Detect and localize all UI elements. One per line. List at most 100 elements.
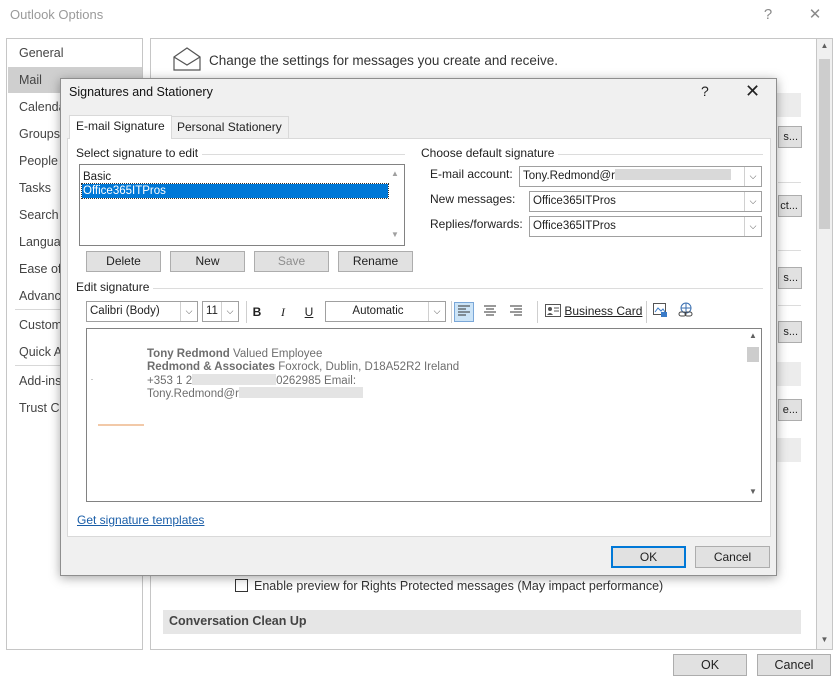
scroll-down-arrow-icon[interactable]: ▼: [817, 635, 832, 644]
sidebar-item-general[interactable]: General: [8, 40, 142, 66]
align-right-button[interactable]: [506, 302, 526, 322]
insert-picture-button[interactable]: [650, 302, 670, 322]
help-button[interactable]: ?: [758, 6, 778, 23]
options-cancel-button[interactable]: Cancel: [757, 654, 831, 676]
dialog-ok-button[interactable]: OK: [611, 546, 686, 568]
new-button[interactable]: New: [170, 251, 245, 272]
list-item[interactable]: Office365ITPros: [81, 183, 389, 199]
editor-scrollbar[interactable]: ▲ ▼: [745, 329, 761, 501]
conversation-section-title: Conversation Clean Up: [169, 614, 307, 628]
scroll-thumb[interactable]: [819, 59, 830, 229]
align-center-icon: [484, 305, 496, 316]
rights-protected-checkbox[interactable]: [235, 579, 248, 592]
redaction-block: [192, 374, 277, 385]
list-item[interactable]: Basic: [82, 170, 388, 184]
scroll-up-arrow-icon[interactable]: ▲: [817, 41, 832, 50]
new-messages-label: New messages:: [430, 192, 516, 206]
font-color-value: Automatic: [352, 305, 404, 317]
signature-title: Valued Employee: [233, 348, 323, 360]
business-card-button[interactable]: Business Card: [545, 304, 642, 318]
font-size-select[interactable]: 11 ⌵: [202, 301, 239, 322]
picture-icon: [653, 303, 667, 317]
redaction-block: [239, 387, 363, 398]
options-ok-button[interactable]: OK: [673, 654, 747, 676]
bold-button[interactable]: B: [247, 302, 267, 322]
dialog-title: Signatures and Stationery: [69, 85, 213, 99]
editor-options-button[interactable]: s...: [778, 126, 802, 148]
align-center-button[interactable]: [480, 302, 500, 322]
stationery-button[interactable]: s...: [778, 321, 802, 343]
edit-signature-label: Edit signature: [76, 280, 154, 294]
hyperlink-icon: [678, 302, 693, 317]
underline-button[interactable]: U: [299, 302, 319, 322]
toolbar-separator: [451, 301, 452, 323]
delete-button[interactable]: Delete: [86, 251, 161, 272]
rename-button[interactable]: Rename: [338, 251, 413, 272]
signature-list[interactable]: Basic Office365ITPros ▲ ▼: [79, 164, 405, 246]
scroll-up-arrow-icon[interactable]: ▲: [391, 169, 399, 178]
new-messages-select[interactable]: Office365ITPros ⌵: [529, 191, 762, 212]
font-size-value: 11: [206, 305, 218, 317]
separator: [778, 182, 801, 183]
signature-logo-line: [98, 424, 144, 426]
tab-personal-stationery[interactable]: Personal Stationery: [170, 116, 289, 138]
mail-header-text: Change the settings for messages you cre…: [209, 53, 558, 68]
scroll-down-arrow-icon[interactable]: ▼: [749, 487, 757, 496]
scroll-thumb[interactable]: [747, 347, 759, 362]
dialog-cancel-button[interactable]: Cancel: [695, 546, 770, 568]
spelling-button[interactable]: ct...: [778, 195, 802, 217]
email-account-select[interactable]: Tony.Redmond@r ⌵: [519, 166, 762, 187]
signature-list-scrollbar[interactable]: ▲ ▼: [388, 166, 403, 244]
signature-phone-line: +353 1 2 0262985 Email:: [147, 374, 356, 387]
select-signature-label: Select signature to edit: [76, 146, 203, 160]
rights-protected-checkbox-row[interactable]: Enable preview for Rights Protected mess…: [235, 579, 663, 593]
chevron-down-icon[interactable]: ⌵: [744, 192, 761, 211]
font-color-select[interactable]: Automatic ⌵: [325, 301, 446, 322]
signature-phone-suffix: 0262985 Email:: [276, 375, 357, 387]
signature-email: Tony.Redmond@r: [147, 388, 239, 400]
font-select[interactable]: Calibri (Body) ⌵: [86, 301, 198, 322]
new-messages-value: Office365ITPros: [533, 195, 616, 207]
replies-forwards-value: Office365ITPros: [533, 220, 616, 232]
group-divider: [79, 288, 763, 289]
default-signature-label: Choose default signature: [421, 146, 559, 160]
dialog-close-button[interactable]: ✕: [745, 81, 760, 102]
chevron-down-icon[interactable]: ⌵: [180, 302, 197, 321]
business-card-icon: [545, 304, 561, 317]
rights-protected-label: Enable preview for Rights Protected mess…: [254, 579, 664, 593]
signatures-dialog: Signatures and Stationery ? ✕ E-mail Sig…: [60, 78, 777, 576]
toolbar-separator: [537, 301, 538, 323]
signature-phone-prefix: +353 1 2: [147, 375, 193, 387]
options-scrollbar[interactable]: ▲ ▼: [816, 38, 833, 650]
email-account-value: Tony.Redmond@r: [523, 170, 615, 182]
signatures-button[interactable]: s...: [778, 267, 802, 289]
align-left-icon: [458, 305, 470, 316]
italic-button[interactable]: I: [273, 302, 293, 322]
toolbar-separator: [646, 301, 647, 323]
close-button[interactable]: ✕: [805, 5, 825, 23]
chevron-down-icon[interactable]: ⌵: [221, 302, 238, 321]
chevron-down-icon[interactable]: ⌵: [428, 302, 445, 321]
signature-address: Foxrock, Dublin, D18A52R2 Ireland: [278, 361, 460, 373]
envelope-icon: [172, 46, 202, 75]
signature-company-line: Redmond & Associates Foxrock, Dublin, D1…: [147, 361, 459, 373]
chevron-down-icon[interactable]: ⌵: [744, 217, 761, 236]
align-right-icon: [510, 305, 522, 316]
business-card-label: Business Card: [564, 304, 643, 318]
tab-email-signature[interactable]: E-mail Signature: [69, 115, 172, 139]
dialog-help-button[interactable]: ?: [701, 83, 709, 99]
replies-forwards-select[interactable]: Office365ITPros ⌵: [529, 216, 762, 237]
scroll-up-arrow-icon[interactable]: ▲: [749, 331, 757, 340]
signature-company: Redmond & Associates: [147, 361, 276, 373]
reading-pane-button[interactable]: e...: [778, 399, 802, 421]
email-account-label: E-mail account:: [430, 167, 513, 181]
scroll-down-arrow-icon[interactable]: ▼: [391, 230, 399, 239]
align-left-button[interactable]: [454, 302, 474, 322]
chevron-down-icon[interactable]: ⌵: [744, 167, 761, 186]
get-signature-templates-link[interactable]: Get signature templates: [77, 513, 204, 527]
separator: [778, 305, 801, 306]
signature-editor[interactable]: Tony Redmond Valued Employee Redmond & A…: [86, 328, 762, 502]
insert-hyperlink-button[interactable]: [676, 302, 696, 322]
save-button[interactable]: Save: [254, 251, 329, 272]
font-value: Calibri (Body): [90, 305, 160, 317]
